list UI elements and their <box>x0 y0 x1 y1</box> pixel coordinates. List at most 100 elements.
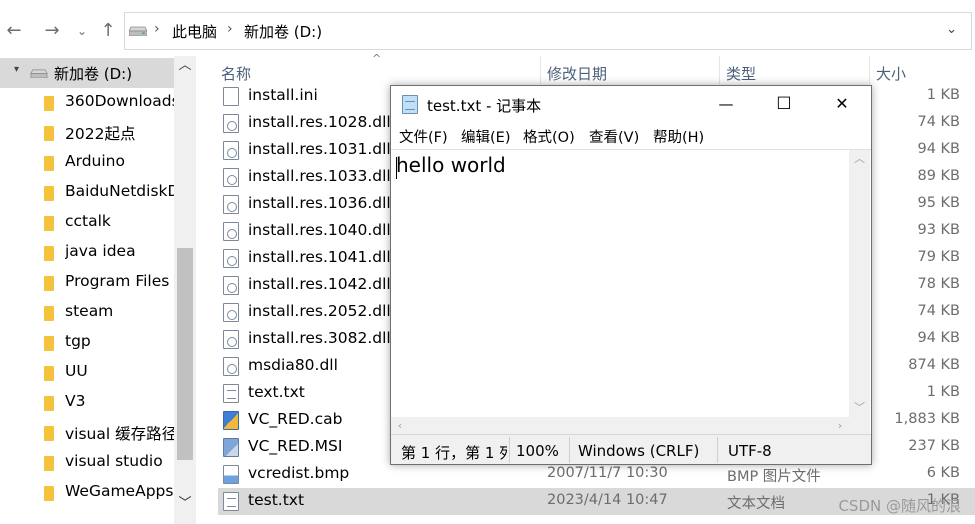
column-divider[interactable] <box>540 56 541 84</box>
file-size: 93 KB <box>917 222 960 238</box>
dll-file-icon <box>223 330 239 349</box>
sidebar-folder[interactable]: cctalk <box>0 208 174 238</box>
sidebar-folder-label: steam <box>65 302 114 320</box>
column-divider[interactable] <box>719 56 720 84</box>
up-button[interactable]: ↑ <box>96 19 120 43</box>
sidebar-item-drive-d[interactable]: ▾ 新加卷 (D:) <box>0 58 174 88</box>
folder-icon <box>44 126 54 141</box>
menu-view[interactable]: 查看(V) <box>589 126 639 147</box>
scroll-down-icon[interactable]: ﹀ <box>849 399 870 417</box>
breadcrumb-drive-d[interactable]: 新加卷 (D:) <box>244 21 322 42</box>
folder-icon <box>44 486 54 501</box>
folder-icon <box>44 306 54 321</box>
sidebar-scrollbar[interactable]: ︿ ﹀ <box>174 56 196 524</box>
file-type: 文本文档 <box>727 496 785 512</box>
sort-ascending-icon: ^ <box>372 52 382 65</box>
scrollbar-thumb[interactable] <box>177 248 193 460</box>
forward-button[interactable]: → <box>40 19 64 43</box>
file-size: 95 KB <box>917 195 960 211</box>
sidebar-folder[interactable]: 2022起点 <box>0 118 174 148</box>
notepad-text-area[interactable]: hello world ︿ ﹀ ‹ › <box>391 149 871 435</box>
sidebar-folder[interactable]: visual 缓存路径 <box>0 418 174 448</box>
breadcrumb-this-pc[interactable]: 此电脑 <box>172 21 217 42</box>
minimize-button[interactable]: — <box>697 86 755 122</box>
sidebar-folder-label: 2022起点 <box>65 125 136 143</box>
notepad-title: test.txt - 记事本 <box>427 97 542 115</box>
scroll-right-icon[interactable]: › <box>831 417 849 435</box>
sidebar-folder-label: V3 <box>65 392 86 410</box>
file-name: install.res.3082.dll <box>248 329 391 347</box>
scroll-up-icon[interactable]: ︿ <box>174 56 196 76</box>
arrow-left-icon: ← <box>6 20 22 41</box>
notepad-horizontal-scrollbar[interactable]: ‹ › <box>391 417 849 435</box>
file-size: 874 KB <box>908 357 960 373</box>
file-size: 79 KB <box>917 249 960 265</box>
file-size: 78 KB <box>917 276 960 292</box>
file-name: install.res.1042.dll <box>248 275 391 293</box>
dll-file-icon <box>223 114 239 133</box>
file-size: 94 KB <box>917 330 960 346</box>
column-size[interactable]: 大小 <box>876 63 906 84</box>
close-button[interactable]: ✕ <box>813 86 871 122</box>
scroll-up-icon[interactable]: ︿ <box>849 150 870 168</box>
cabinet-file-icon <box>223 411 239 430</box>
file-size: 94 KB <box>917 141 960 157</box>
file-name: test.txt <box>248 491 305 509</box>
sidebar-folder[interactable]: UU <box>0 358 174 388</box>
file-name: install.res.1028.dll <box>248 113 391 131</box>
sidebar-folder[interactable]: tgp <box>0 328 174 358</box>
file-name: install.res.1036.dll <box>248 194 391 212</box>
sidebar-drive-label: 新加卷 (D:) <box>54 65 133 83</box>
explorer-toolbar: ← → ⌄ ↑ › 此电脑 › 新加卷 (D:) ⌄ <box>0 0 975 62</box>
scroll-left-icon[interactable]: ‹ <box>391 417 409 435</box>
folder-icon <box>44 396 54 411</box>
address-dropdown-icon[interactable]: ⌄ <box>946 22 957 37</box>
column-type[interactable]: 类型 <box>726 63 756 84</box>
file-name: VC_RED.MSI <box>248 437 343 455</box>
file-size: 89 KB <box>917 168 960 184</box>
column-divider[interactable] <box>869 56 870 84</box>
file-size: 237 KB <box>908 438 960 454</box>
dll-file-icon <box>223 168 239 187</box>
sidebar-folder[interactable]: WeGameApps <box>0 478 174 508</box>
back-button[interactable]: ← <box>2 19 26 43</box>
maximize-button[interactable]: ☐ <box>755 86 813 122</box>
expand-arrow-icon[interactable]: ▾ <box>14 64 19 75</box>
folder-icon <box>44 216 54 231</box>
menu-help[interactable]: 帮助(H) <box>653 126 704 147</box>
notepad-vertical-scrollbar[interactable]: ︿ ﹀ <box>849 150 870 417</box>
status-cursor-position: 第 1 行，第 1 列 <box>401 444 507 462</box>
sidebar-folder[interactable]: Arduino <box>0 148 174 178</box>
scroll-down-icon[interactable]: ﹀ <box>174 494 196 514</box>
file-name: VC_RED.cab <box>248 410 343 428</box>
folder-icon <box>44 336 54 351</box>
folder-icon <box>44 156 54 171</box>
file-size: 1 KB <box>926 87 960 103</box>
notepad-content[interactable]: hello world <box>396 153 506 177</box>
sidebar-folder[interactable]: Program Files (x86) <box>0 268 174 298</box>
installer-file-icon <box>223 438 239 457</box>
menu-edit[interactable]: 编辑(E) <box>461 126 510 147</box>
file-name: install.ini <box>248 86 318 104</box>
file-name: msdia80.dll <box>248 356 338 374</box>
menu-file[interactable]: 文件(F) <box>399 126 448 147</box>
navigation-pane: ▾ 新加卷 (D:) 360Downloads 2022起点 Arduino B… <box>0 56 196 524</box>
column-date[interactable]: 修改日期 <box>547 63 607 84</box>
sidebar-folder[interactable]: 360Downloads <box>0 88 174 118</box>
sidebar-folder[interactable]: steam <box>0 298 174 328</box>
sidebar-folder[interactable]: visual studio <box>0 448 174 478</box>
file-size: 1 KB <box>926 384 960 400</box>
column-name[interactable]: 名称 <box>221 63 251 84</box>
sidebar-folder[interactable]: V3 <box>0 388 174 418</box>
sidebar-folder[interactable]: java idea <box>0 238 174 268</box>
menu-format[interactable]: 格式(O) <box>523 126 575 147</box>
recent-locations-button[interactable]: ⌄ <box>70 19 94 43</box>
sidebar-folder-label: Program Files (x86) <box>65 272 174 290</box>
notepad-titlebar[interactable]: test.txt - 记事本 — ☐ ✕ <box>391 86 871 122</box>
file-name: vcredist.bmp <box>248 464 350 482</box>
folder-icon <box>44 276 54 291</box>
address-bar[interactable]: › 此电脑 › 新加卷 (D:) ⌄ <box>124 12 972 50</box>
sidebar-folder[interactable]: BaiduNetdiskDownload <box>0 178 174 208</box>
file-row[interactable]: vcredist.bmp 2007/11/7 10:30 BMP 图片文件 6 KB <box>218 461 975 488</box>
text-caret <box>396 157 397 179</box>
